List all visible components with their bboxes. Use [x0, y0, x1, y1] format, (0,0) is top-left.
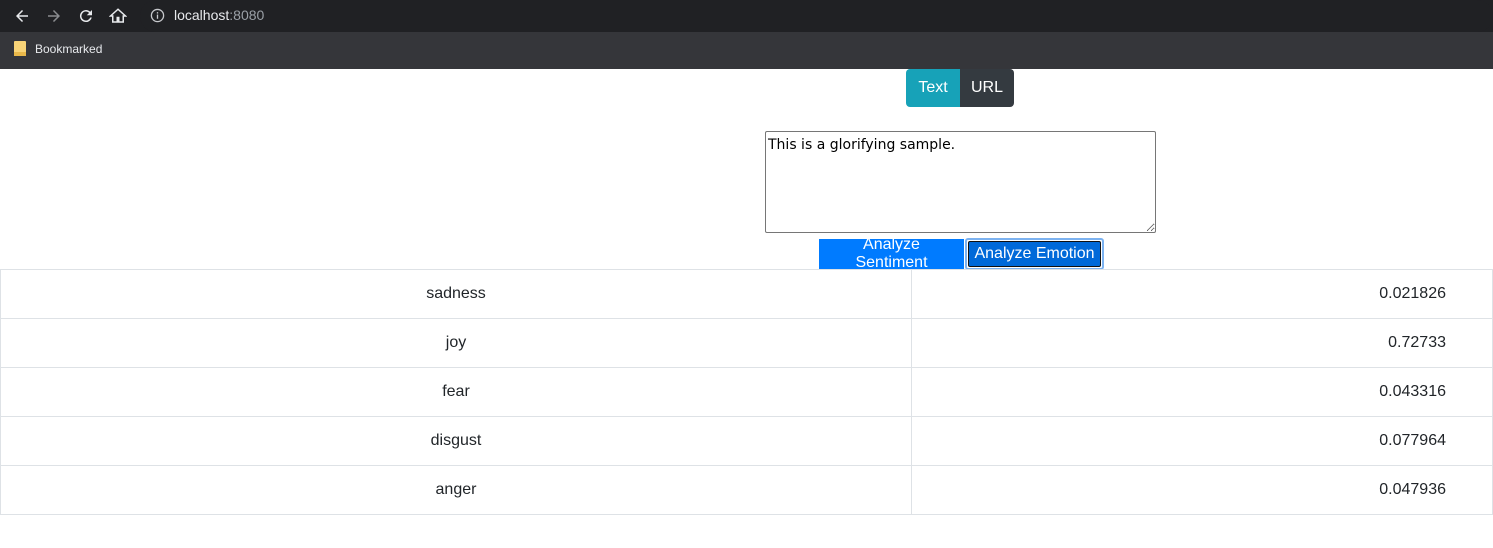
analyze-emotion-focus-ring: Analyze Emotion	[965, 238, 1104, 270]
analyze-sentiment-button[interactable]: Analyze Sentiment	[819, 236, 964, 271]
home-icon[interactable]	[106, 4, 130, 28]
forward-arrow-icon[interactable]	[42, 4, 66, 28]
bookmark-label: Bookmarked	[35, 41, 103, 56]
text-input[interactable]: This is a glorifying sample.	[765, 131, 1156, 233]
url-host: localhost	[174, 7, 230, 23]
emotion-score: 0.077964	[911, 416, 1493, 466]
action-buttons: Analyze Sentiment Analyze Emotion	[819, 236, 1104, 271]
text-mode-button[interactable]: Text	[906, 69, 960, 107]
bookmark-folder-icon	[14, 41, 26, 56]
emotion-results-table: sadness 0.021826 joy 0.72733 fear 0.0433…	[0, 269, 1493, 515]
table-row: anger 0.047936	[0, 465, 1493, 515]
emotion-score: 0.047936	[911, 465, 1493, 515]
emotion-score: 0.043316	[911, 367, 1493, 417]
table-row: joy 0.72733	[0, 318, 1493, 368]
table-row: disgust 0.077964	[0, 416, 1493, 466]
emotion-label: anger	[0, 465, 912, 515]
page-content: Text URL This is a glorifying sample. An…	[0, 69, 1493, 548]
emotion-score: 0.72733	[911, 318, 1493, 368]
bookmark-item[interactable]: Bookmarked	[14, 41, 102, 56]
url-port: :8080	[229, 7, 265, 23]
site-info-icon[interactable]	[150, 8, 165, 23]
address-bar[interactable]	[140, 0, 1493, 32]
bookmarks-bar	[0, 32, 1493, 69]
emotion-label: disgust	[0, 416, 912, 466]
mode-toggle: Text URL	[906, 69, 1014, 107]
url-mode-button[interactable]: URL	[960, 69, 1014, 107]
emotion-score: 0.021826	[911, 269, 1493, 319]
back-arrow-icon[interactable]	[10, 4, 34, 28]
analyze-emotion-button[interactable]: Analyze Emotion	[968, 241, 1101, 267]
table-row: sadness 0.021826	[0, 269, 1493, 319]
address-url[interactable]: localhost:8080	[174, 7, 264, 23]
emotion-label: sadness	[0, 269, 912, 319]
table-row: fear 0.043316	[0, 367, 1493, 417]
emotion-label: fear	[0, 367, 912, 417]
emotion-label: joy	[0, 318, 912, 368]
reload-icon[interactable]	[74, 4, 98, 28]
